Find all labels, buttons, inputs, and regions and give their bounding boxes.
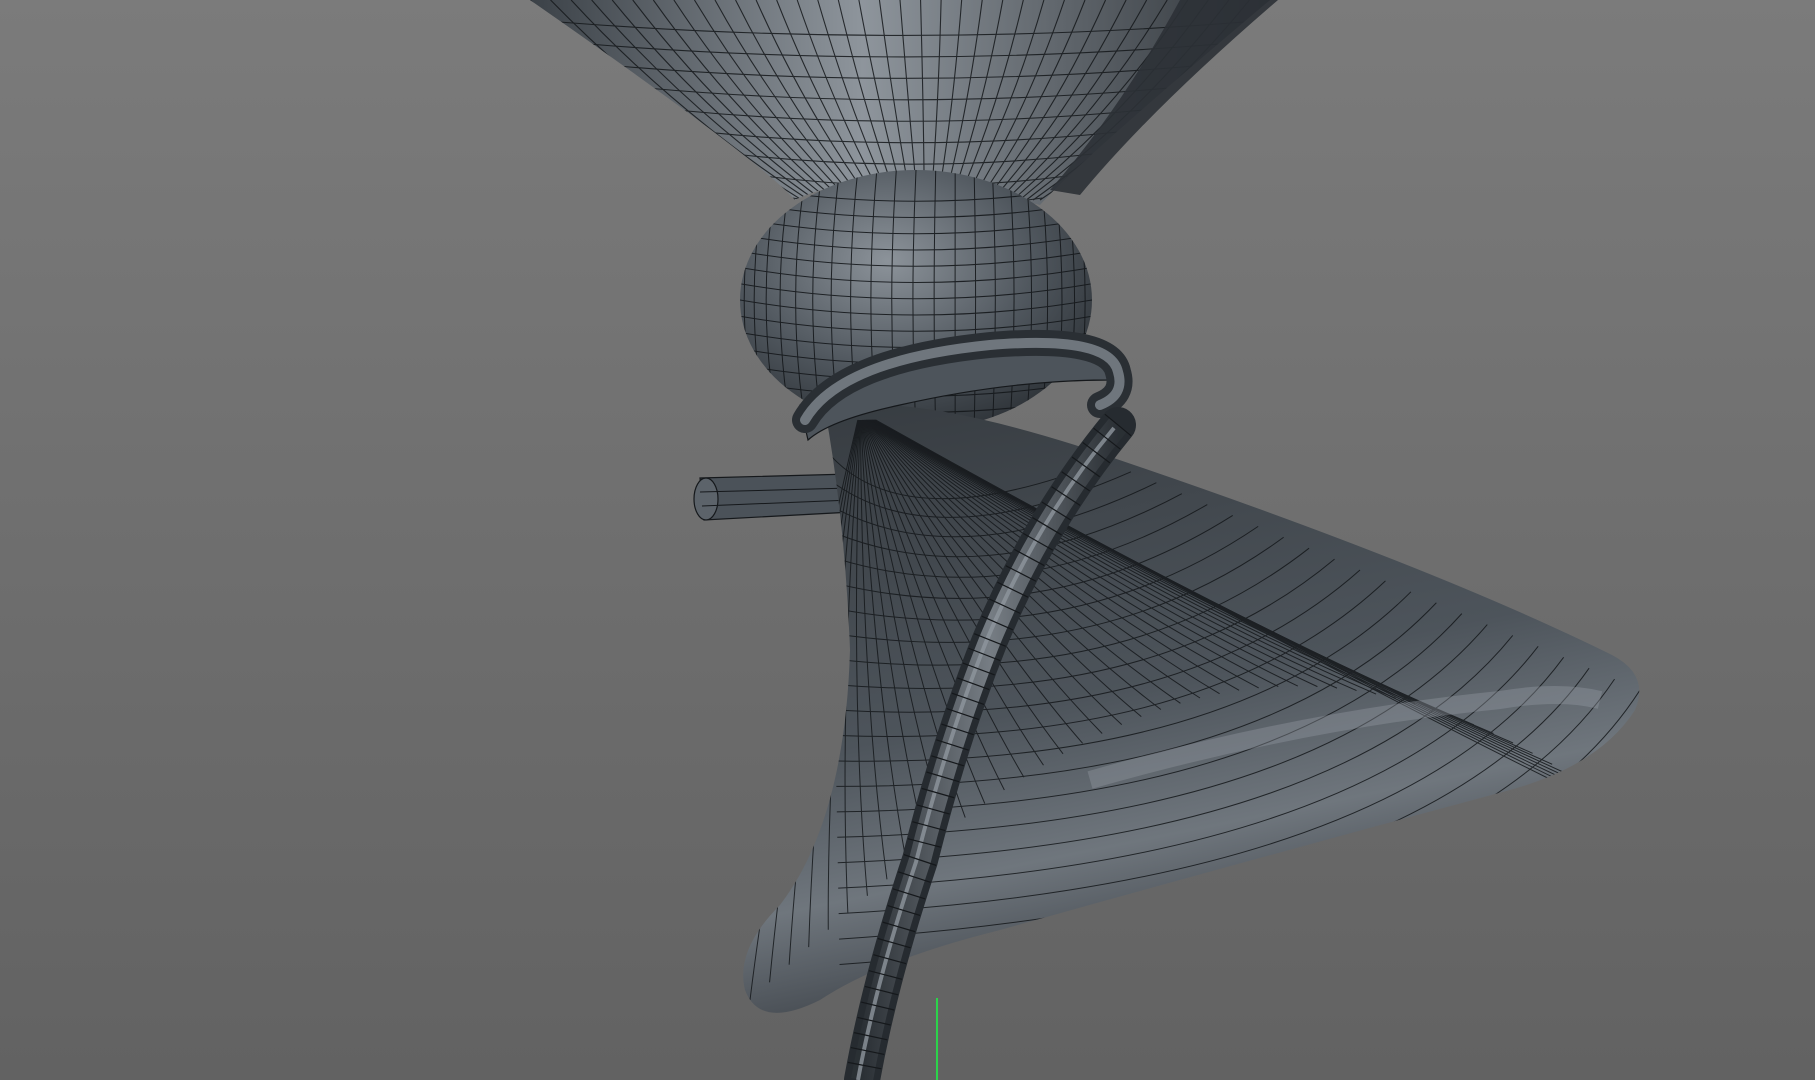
3d-viewport[interactable] (0, 0, 1815, 1080)
side-pin-mesh[interactable] (693, 473, 853, 521)
viewport-canvas[interactable] (0, 0, 1815, 1080)
